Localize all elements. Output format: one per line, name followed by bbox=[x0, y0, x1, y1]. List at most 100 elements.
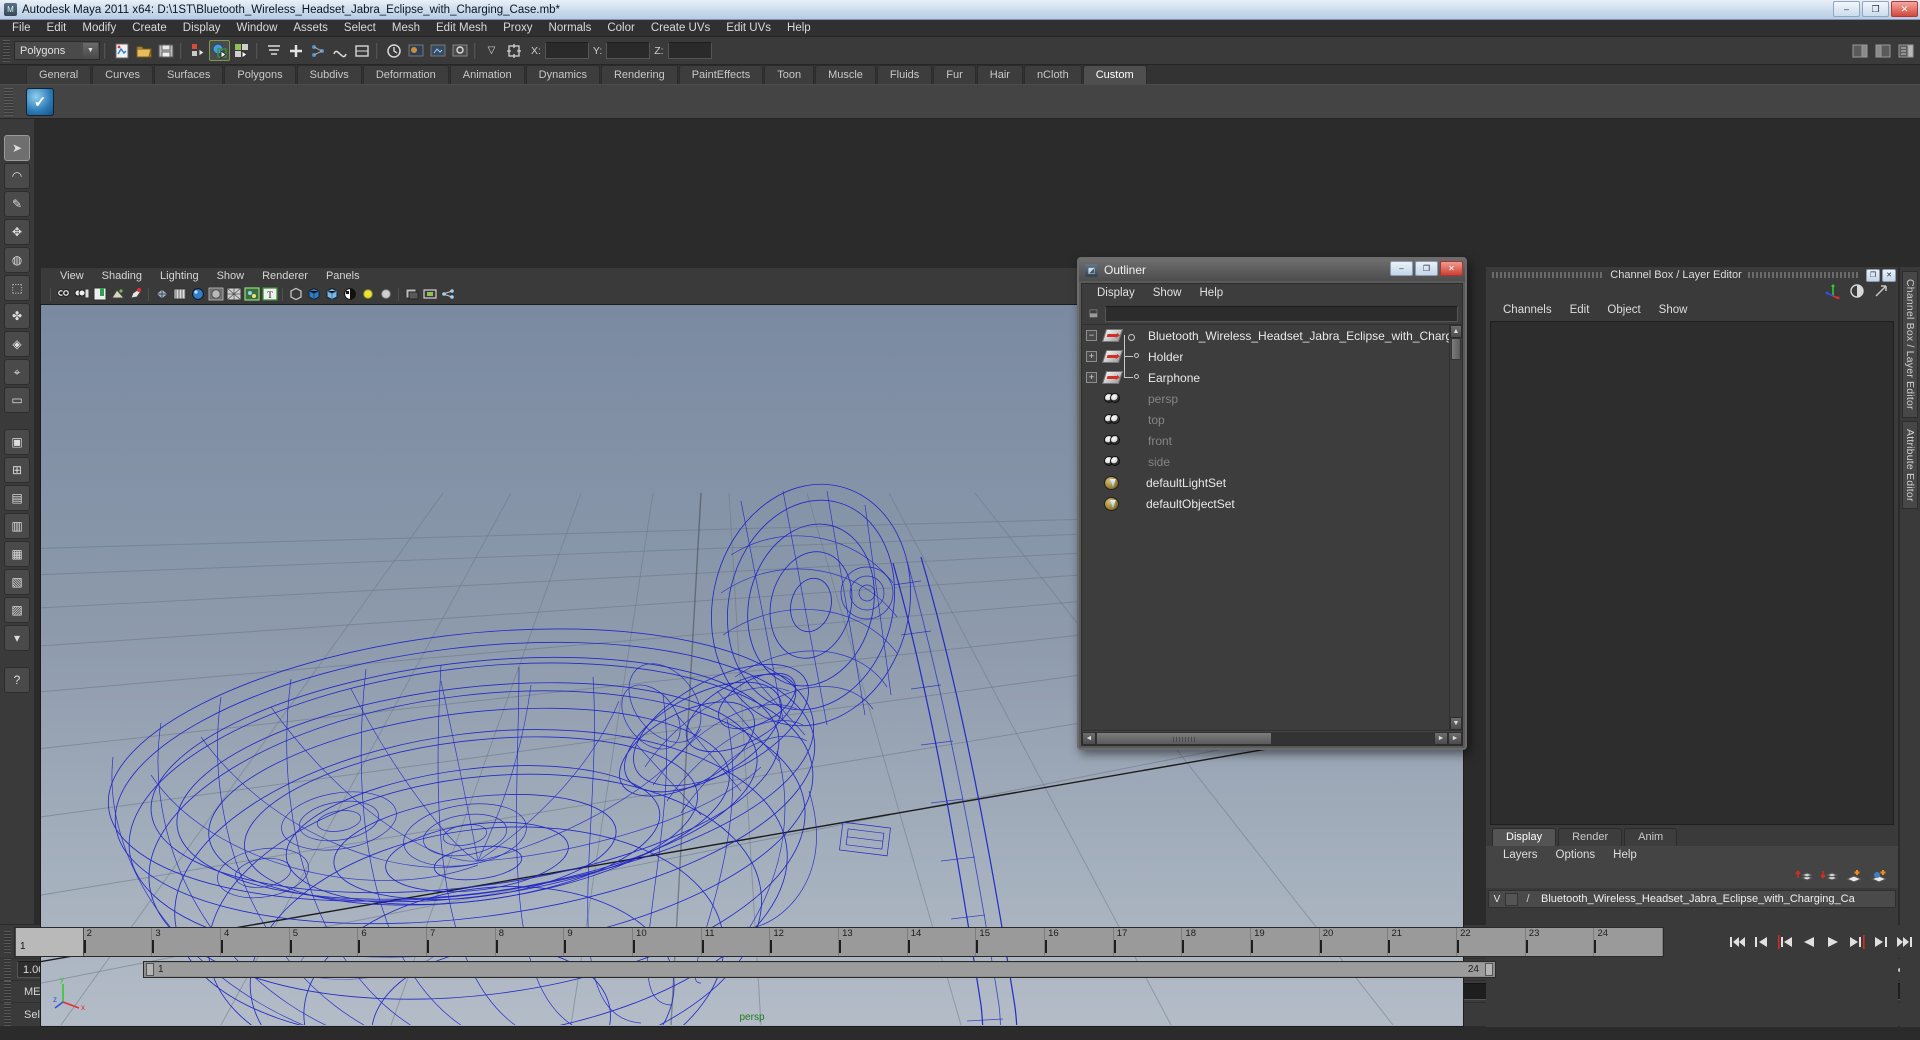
select-by-object-type-icon[interactable] bbox=[209, 40, 230, 61]
time-slider[interactable]: 1 2 3 4 5 6 7 8 9 10 11 12 13 14 15 16 1… bbox=[14, 926, 1664, 957]
bookmarks-icon[interactable] bbox=[91, 286, 108, 303]
layer-display-type[interactable]: / bbox=[1520, 893, 1536, 906]
outliner-maximize-button[interactable]: ❐ bbox=[1415, 261, 1438, 276]
shelf-tab-painteffects[interactable]: PaintEffects bbox=[678, 65, 764, 84]
channelbox-menu-show[interactable]: Show bbox=[1650, 302, 1697, 318]
layer-visibility-toggle[interactable]: V bbox=[1491, 894, 1503, 905]
frame-cell[interactable]: 2 bbox=[83, 927, 153, 956]
rotate-tool-button[interactable]: ◍ bbox=[4, 247, 30, 273]
smooth-shade-all-icon[interactable] bbox=[189, 286, 206, 303]
expander-expand-icon[interactable]: + bbox=[1086, 351, 1097, 362]
menu-display[interactable]: Display bbox=[175, 20, 229, 36]
outliner-item-default-object-set[interactable]: defaultObjectSet bbox=[1082, 493, 1462, 514]
show-hide-channel-box-icon[interactable] bbox=[1895, 40, 1916, 61]
shelf-tab-hair[interactable]: Hair bbox=[976, 65, 1023, 84]
frame-cell[interactable]: 23 bbox=[1525, 927, 1595, 956]
expander-collapse-icon[interactable]: − bbox=[1086, 330, 1097, 341]
outliner-item-earphone[interactable]: + Earphone bbox=[1082, 356, 1462, 388]
outliner-item-holder[interactable]: + Holder bbox=[1082, 335, 1462, 367]
shelf-tab-subdivs[interactable]: Subdivs bbox=[296, 65, 362, 84]
frame-cell[interactable]: 21 bbox=[1388, 927, 1458, 956]
menu-color[interactable]: Color bbox=[599, 20, 642, 36]
show-manip-tool-button[interactable]: ⌖ bbox=[4, 359, 30, 385]
scale-tool-button[interactable]: ⬚ bbox=[4, 275, 30, 301]
shelf-tab-muscle[interactable]: Muscle bbox=[815, 65, 876, 84]
frame-cell[interactable]: 4 bbox=[221, 927, 290, 956]
open-scene-icon[interactable] bbox=[133, 40, 154, 61]
universal-manip-tool-button[interactable]: ✤ bbox=[4, 303, 30, 329]
search-filter-icon[interactable]: ⬓ bbox=[1086, 306, 1101, 321]
outliner-horizontal-scrollbar[interactable]: ◄ ► ► bbox=[1082, 730, 1462, 745]
layer-list[interactable]: V / Bluetooth_Wireless_Headset_Jabra_Ecl… bbox=[1486, 888, 1898, 1027]
shelf-tab-custom[interactable]: Custom bbox=[1082, 65, 1147, 84]
tab-anim[interactable]: Anim bbox=[1624, 828, 1678, 846]
outliner-menu-help[interactable]: Help bbox=[1191, 285, 1233, 302]
outliner-search-input[interactable] bbox=[1105, 305, 1458, 322]
expander-expand-icon[interactable]: + bbox=[1086, 372, 1097, 383]
go-to-end-button[interactable] bbox=[1894, 932, 1916, 952]
range-end-handle[interactable] bbox=[1485, 963, 1493, 976]
persp-relationship-layout-button[interactable]: ▧ bbox=[4, 569, 30, 595]
outliner-item-top[interactable]: top bbox=[1082, 409, 1462, 430]
scroll-up-icon[interactable]: ▲ bbox=[1450, 325, 1462, 338]
time-cursor[interactable]: 1 bbox=[15, 927, 84, 956]
shadows-icon[interactable] bbox=[403, 286, 420, 303]
menu-create[interactable]: Create bbox=[124, 20, 175, 36]
outliner-item-front[interactable]: front bbox=[1082, 430, 1462, 451]
frame-cell[interactable]: 9 bbox=[564, 927, 634, 956]
menu-modify[interactable]: Modify bbox=[74, 20, 124, 36]
maximize-button[interactable]: ❐ bbox=[1862, 1, 1889, 17]
outliner-vertical-scrollbar[interactable]: ▲ ▼ bbox=[1449, 325, 1462, 730]
menu-assets[interactable]: Assets bbox=[285, 20, 336, 36]
menu-edit[interactable]: Edit bbox=[39, 20, 75, 36]
halfcircle-icon[interactable] bbox=[1848, 283, 1866, 302]
new-layer-from-selected-icon[interactable] bbox=[1870, 868, 1888, 884]
xray-mode-icon[interactable] bbox=[287, 286, 304, 303]
menu-select[interactable]: Select bbox=[336, 20, 384, 36]
frame-cell[interactable]: 3 bbox=[152, 927, 222, 956]
frame-cell[interactable]: 8 bbox=[495, 927, 565, 956]
channelbox-menu-object[interactable]: Object bbox=[1598, 302, 1649, 318]
new-scene-icon[interactable] bbox=[111, 40, 132, 61]
outliner-item-persp[interactable]: persp bbox=[1082, 388, 1462, 409]
new-layer-icon[interactable] bbox=[1845, 868, 1863, 884]
range-slider[interactable]: 1 24 bbox=[143, 961, 1496, 978]
frame-cell[interactable]: 12 bbox=[770, 927, 840, 956]
default-light-icon[interactable] bbox=[377, 286, 394, 303]
grease-pencil-icon[interactable] bbox=[127, 286, 144, 303]
viewport-menu-show[interactable]: Show bbox=[208, 269, 254, 284]
share-viewport-icon[interactable] bbox=[439, 286, 456, 303]
snap-mode-dropdown-icon[interactable]: ▽ bbox=[481, 40, 502, 61]
play-backwards-button[interactable] bbox=[1798, 932, 1820, 952]
shelf-tab-deformation[interactable]: Deformation bbox=[362, 65, 449, 84]
channel-box-content[interactable] bbox=[1490, 321, 1894, 825]
menu-edit-mesh[interactable]: Edit Mesh bbox=[428, 20, 495, 36]
checkmark-sphere-icon[interactable]: ✓ bbox=[26, 87, 54, 116]
axis-icon[interactable] bbox=[1824, 283, 1842, 302]
layers-menu-options[interactable]: Options bbox=[1547, 847, 1605, 863]
shelf-tab-animation[interactable]: Animation bbox=[449, 65, 525, 84]
chevron-down-icon[interactable]: ▼ bbox=[83, 43, 98, 58]
shelf-tab-curves[interactable]: Curves bbox=[92, 65, 153, 84]
shelf-tab-general[interactable]: General bbox=[26, 65, 92, 84]
frame-cell[interactable]: 19 bbox=[1251, 927, 1320, 956]
float-panel-button[interactable]: ❐ bbox=[1866, 268, 1880, 282]
layer-row[interactable]: V / Bluetooth_Wireless_Headset_Jabra_Ecl… bbox=[1488, 890, 1896, 908]
frame-cell[interactable]: 20 bbox=[1319, 927, 1389, 956]
layer-down-icon[interactable] bbox=[1820, 868, 1839, 884]
statusbar-gripper[interactable] bbox=[4, 1003, 11, 1026]
hardware-texture-icon[interactable] bbox=[171, 286, 188, 303]
texture-shading-icon[interactable] bbox=[243, 286, 260, 303]
x-field[interactable] bbox=[544, 42, 589, 59]
frame-cell[interactable]: 13 bbox=[839, 927, 908, 956]
frame-cell[interactable]: 14 bbox=[907, 927, 977, 956]
scroll-left-icon[interactable]: ◄ bbox=[1082, 731, 1096, 745]
viewport-menu-shading[interactable]: Shading bbox=[93, 269, 151, 284]
shelf-gripper[interactable] bbox=[4, 88, 13, 116]
range-start-handle[interactable] bbox=[146, 963, 154, 976]
show-hide-attribute-editor-icon[interactable] bbox=[1849, 40, 1870, 61]
layers-menu-layers[interactable]: Layers bbox=[1494, 847, 1547, 863]
selection-mask-icon[interactable] bbox=[503, 40, 524, 61]
menu-window[interactable]: Window bbox=[228, 20, 285, 36]
minimize-button[interactable]: – bbox=[1833, 1, 1860, 17]
